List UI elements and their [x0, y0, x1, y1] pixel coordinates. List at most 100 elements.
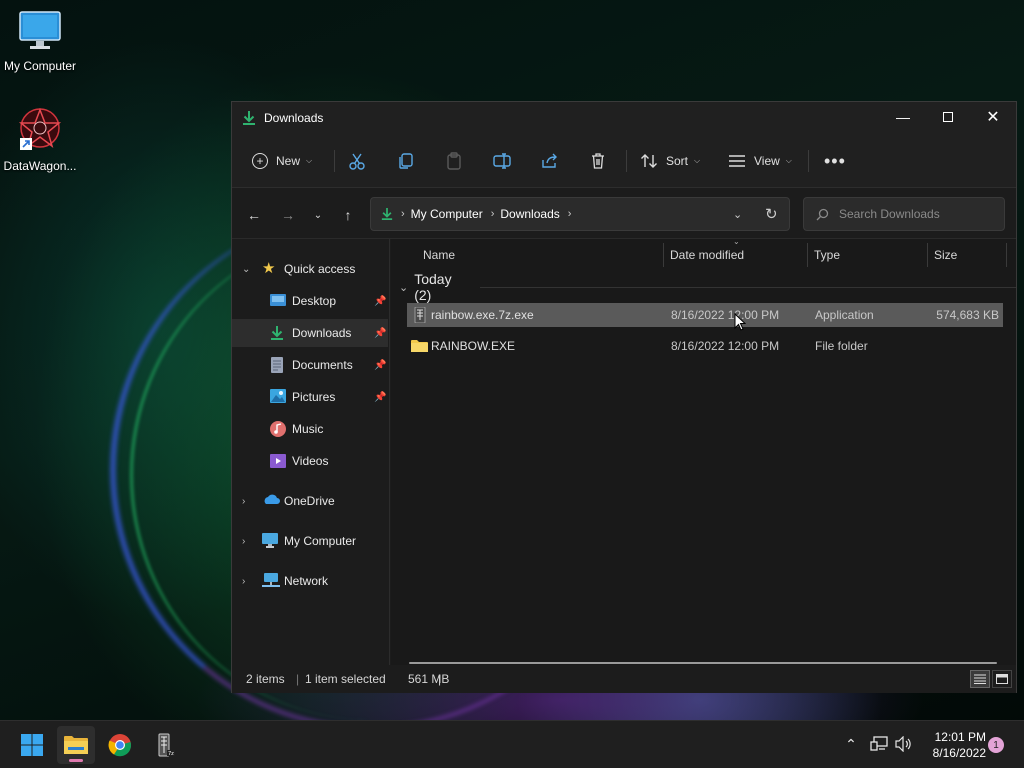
chevron-right-icon: ›: [242, 495, 246, 507]
sidebar-item-documents[interactable]: Documents 📌: [232, 351, 388, 379]
download-icon: [242, 110, 256, 126]
sort-button[interactable]: Sort ⌵: [640, 148, 700, 174]
column-header-date-modified[interactable]: Date modified: [670, 239, 744, 271]
pin-icon[interactable]: 📌: [374, 296, 386, 307]
desktop-icon-my-computer[interactable]: My Computer: [0, 10, 80, 73]
taskbar-chrome[interactable]: [101, 726, 139, 764]
new-label: New: [276, 154, 301, 168]
chevron-down-icon: ⌄: [399, 281, 409, 294]
sidebar-item-pictures[interactable]: Pictures 📌: [232, 383, 388, 411]
up-button[interactable]: ↑: [336, 203, 360, 227]
minimize-button[interactable]: —: [880, 102, 926, 132]
share-icon: [542, 153, 557, 168]
chrome-icon: [108, 734, 132, 757]
column-header-name[interactable]: Name: [423, 239, 455, 271]
title-bar[interactable]: Downloads — ✕: [232, 102, 1016, 134]
recent-locations-button[interactable]: ⌄: [306, 203, 330, 227]
toolbar-divider: [808, 150, 809, 172]
new-icon: +: [252, 153, 268, 169]
rename-button[interactable]: [493, 148, 511, 174]
view-button[interactable]: View ⌵: [728, 148, 792, 174]
horizontal-scrollbar[interactable]: [409, 662, 997, 664]
tiles-view-button[interactable]: [992, 670, 1012, 688]
column-divider[interactable]: [663, 243, 664, 267]
onedrive-icon: [262, 493, 280, 509]
breadcrumb-my-computer[interactable]: My Computer: [411, 207, 483, 221]
taskbar-file-explorer[interactable]: [57, 726, 95, 764]
delete-icon: [592, 153, 604, 169]
paste-button[interactable]: [445, 148, 463, 174]
sidebar-item-quick-access[interactable]: ⌄ ★ Quick access: [232, 255, 388, 283]
search-box[interactable]: [803, 197, 1005, 231]
notification-badge[interactable]: 1: [988, 737, 1004, 753]
sidebar-item-desktop[interactable]: Desktop 📌: [232, 287, 388, 315]
sidebar-item-label: OneDrive: [284, 494, 335, 508]
address-history-chevron-icon[interactable]: ⌄: [733, 208, 742, 221]
delete-button[interactable]: [589, 148, 607, 174]
show-hidden-icons-button[interactable]: ⌃: [840, 731, 862, 757]
maximize-icon: [943, 112, 953, 122]
close-button[interactable]: ✕: [970, 102, 1016, 132]
sidebar-item-onedrive[interactable]: › OneDrive: [232, 487, 388, 515]
start-button[interactable]: [13, 726, 51, 764]
refresh-icon[interactable]: ↻: [765, 205, 778, 223]
more-icon: •••: [824, 150, 846, 171]
status-selection: 1 item selected: [305, 672, 386, 686]
desktop-icon-label: DataWagon...: [3, 159, 77, 173]
share-button[interactable]: [541, 148, 559, 174]
address-bar[interactable]: › My Computer › Downloads › ⌄ ↻: [370, 197, 790, 231]
tray-volume[interactable]: [893, 731, 915, 757]
volume-icon: [895, 736, 911, 752]
maximize-button[interactable]: [925, 102, 971, 132]
mouse-cursor-icon: [734, 313, 746, 331]
new-button[interactable]: + New ⌵: [252, 148, 312, 174]
column-divider[interactable]: [807, 243, 808, 267]
back-button[interactable]: ←: [242, 203, 266, 227]
breadcrumb-separator-icon: ›: [401, 208, 405, 220]
sidebar-item-network[interactable]: › Network: [232, 567, 388, 595]
copy-icon: [399, 153, 413, 169]
sidebar-item-music[interactable]: Music: [232, 415, 388, 443]
chevron-down-icon: ⌄: [242, 263, 251, 275]
sidebar-item-my-computer[interactable]: › My Computer: [232, 527, 388, 555]
file-explorer-icon: [64, 736, 88, 754]
arrow-left-icon: ←: [247, 207, 261, 223]
7zip-icon: 7z: [158, 733, 175, 757]
group-label: Today (2): [414, 271, 452, 303]
sidebar-item-videos[interactable]: Videos: [232, 447, 388, 475]
column-header-size[interactable]: Size: [934, 239, 957, 271]
close-icon: ✕: [986, 109, 1000, 126]
pin-icon[interactable]: 📌: [374, 328, 386, 339]
forward-button[interactable]: →: [276, 203, 300, 227]
column-header-type[interactable]: Type: [814, 239, 840, 271]
active-app-indicator: [69, 759, 83, 762]
clock-time: 12:01 PM: [934, 730, 986, 744]
file-explorer-window: Downloads — ✕ + New ⌵ Sort ⌵ View ⌵ ••• …: [231, 101, 1017, 693]
more-options-button[interactable]: •••: [824, 148, 846, 174]
column-divider[interactable]: [927, 243, 928, 267]
arrow-right-icon: →: [281, 207, 295, 223]
tray-network[interactable]: [868, 731, 890, 757]
sidebar-item-label: Quick access: [284, 262, 356, 276]
taskbar-7zip[interactable]: 7z: [145, 726, 183, 764]
details-view-button[interactable]: [970, 670, 990, 688]
copy-button[interactable]: [397, 148, 415, 174]
column-divider[interactable]: [1006, 243, 1007, 267]
file-date: 8/16/2022 12:00 PM: [671, 339, 780, 353]
network-icon: [262, 573, 280, 589]
cut-button[interactable]: [348, 148, 366, 174]
file-list: Name ⌄ Date modified Type Size ⌄ Today (…: [391, 237, 1016, 665]
pin-icon[interactable]: 📌: [374, 360, 386, 371]
desktop-icon-datawagon[interactable]: DataWagon...: [0, 106, 80, 173]
file-row[interactable]: rainbow.exe.7z.exe 8/16/2022 12:00 PM Ap…: [407, 303, 1003, 327]
sidebar-item-downloads[interactable]: Downloads 📌: [232, 319, 388, 347]
pin-icon[interactable]: 📌: [374, 392, 386, 403]
search-input[interactable]: [839, 207, 989, 221]
taskbar-clock[interactable]: 12:01 PM 8/16/2022: [920, 729, 986, 761]
breadcrumb-downloads[interactable]: Downloads: [500, 207, 559, 221]
navigation-bar: ← → ⌄ ↑ › My Computer › Downloads › ⌄ ↻: [232, 189, 1016, 239]
file-row[interactable]: RAINBOW.EXE 8/16/2022 12:00 PM File fold…: [407, 334, 1003, 358]
file-name: RAINBOW.EXE: [431, 339, 516, 353]
group-header-today[interactable]: ⌄ Today (2): [399, 271, 1016, 303]
view-label: View: [754, 154, 780, 168]
